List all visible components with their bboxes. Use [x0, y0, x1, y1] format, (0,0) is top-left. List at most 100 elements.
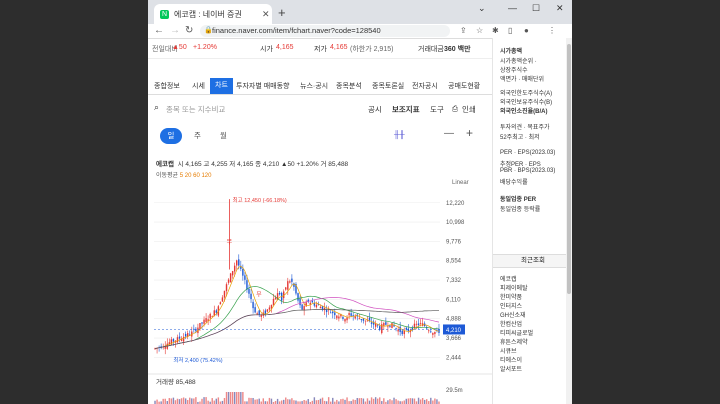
side-item: 동일업종 등락률 — [500, 207, 541, 213]
forward-icon[interactable]: → — [170, 25, 180, 36]
price-summary: 전일대비 ▲50 +1.20% 시가 4,165 저가 4,165 (하한가 2… — [148, 38, 492, 59]
volume-bar — [236, 392, 238, 404]
main-content: 전일대비 ▲50 +1.20% 시가 4,165 저가 4,165 (하한가 2… — [148, 38, 492, 404]
candle-body — [329, 312, 332, 314]
volume-bar — [332, 397, 334, 404]
search-icon[interactable]: ⌕ — [154, 102, 159, 113]
volume-bar — [374, 397, 377, 404]
candle-body — [403, 330, 405, 335]
tab-discussion[interactable]: 종목토론실 — [372, 81, 404, 91]
extensions-icon[interactable]: ✱ — [492, 26, 499, 35]
candle-body — [205, 318, 207, 322]
recent-item[interactable]: 에코캡 — [500, 274, 517, 283]
candle-body — [219, 302, 222, 305]
new-tab-button[interactable]: + — [278, 5, 286, 20]
scrollbar-thumb[interactable] — [567, 44, 571, 294]
recent-item[interactable]: 시큐브 — [500, 346, 517, 355]
candle-body — [432, 332, 434, 335]
tab-chart[interactable]: 차트 — [210, 78, 233, 94]
volume-bar — [227, 392, 230, 404]
candle-body — [256, 313, 258, 315]
moving-average-legend: 이동평균 5 20 60 120 — [156, 170, 211, 179]
tab-search-icon[interactable]: ⌄ — [478, 3, 486, 14]
period-month[interactable]: 월 — [220, 130, 227, 141]
share-icon[interactable]: ⇪ — [460, 26, 467, 35]
bookmark-star-icon[interactable]: ☆ — [476, 26, 483, 35]
print-button[interactable]: 인쇄 — [462, 104, 476, 115]
volume-bar — [293, 400, 295, 404]
recent-item[interactable]: 휴튼스제약 — [500, 337, 528, 346]
sidepanel-icon[interactable]: ▯ — [508, 26, 512, 35]
minimize-button[interactable]: — — [508, 3, 517, 13]
volume-bar — [254, 399, 256, 404]
volume-bar — [317, 399, 320, 404]
candle-body — [352, 315, 354, 316]
volume-bar — [356, 397, 358, 404]
y-tick-label: 2,444 — [446, 355, 462, 361]
candle-body — [254, 307, 256, 313]
volume-bar — [186, 400, 189, 404]
tab-investor[interactable]: 투자자별 매매동향 — [236, 81, 289, 91]
tab-analysis[interactable]: 종목분석 — [336, 81, 362, 91]
y-tick-label: 9,776 — [446, 239, 462, 245]
volume-bar — [319, 398, 322, 404]
side-item: 투자의견 · 목표주가 — [500, 125, 550, 131]
volume-bar — [397, 400, 399, 404]
recent-item[interactable]: 한컴산업 — [500, 319, 522, 328]
menu-kebab-icon[interactable]: ⋮ — [548, 26, 556, 35]
candle-type-icon[interactable]: ╫╫ — [394, 130, 405, 139]
tab-disclosure[interactable]: 전자공시 — [412, 81, 438, 91]
candle-body — [209, 313, 211, 319]
candle-body — [229, 273, 232, 283]
candle-body — [268, 307, 271, 310]
recent-item[interactable]: 알서포트 — [500, 364, 522, 373]
compare-search-input[interactable]: 종목 또는 지수비교 — [166, 104, 225, 115]
candle-body — [266, 309, 269, 312]
back-icon[interactable]: ← — [154, 25, 164, 36]
recent-item[interactable]: 인터지스 — [500, 301, 522, 310]
volume-bar — [170, 398, 173, 404]
recent-item[interactable]: 피제이메탈 — [500, 283, 528, 292]
tab-news[interactable]: 뉴스·공시 — [300, 81, 328, 91]
disclosure-button[interactable]: 공시 — [368, 104, 382, 115]
url-field[interactable]: 🔒 finance.naver.com/item/fchart.naver?co… — [200, 25, 450, 37]
tools-button[interactable]: 도구 — [430, 104, 444, 115]
zoom-out-button[interactable]: — — [444, 128, 454, 139]
tab-short-selling[interactable]: 공매도현황 — [448, 81, 480, 91]
volume-bar — [280, 400, 283, 404]
tab-close-icon[interactable]: ✕ — [262, 9, 270, 20]
event-marker: 무 — [256, 291, 262, 298]
candle-body — [383, 323, 385, 326]
period-day[interactable]: 일 — [160, 128, 182, 144]
maximize-button[interactable]: ☐ — [532, 3, 540, 14]
recent-item[interactable]: 티에스이 — [500, 355, 522, 364]
recent-item[interactable]: GH신소재 — [500, 310, 526, 319]
volume-bar — [421, 398, 424, 404]
candle-body — [366, 320, 369, 322]
print-icon[interactable]: ⎙ — [452, 104, 458, 114]
profile-avatar[interactable]: ● — [524, 26, 529, 35]
tab-price[interactable]: 시세 — [192, 81, 205, 91]
volume-bar — [430, 397, 432, 404]
candle-body — [264, 310, 267, 315]
candle-body — [430, 331, 432, 333]
candle-body — [172, 339, 175, 342]
close-button[interactable]: ✕ — [556, 3, 564, 14]
price-chart[interactable]: 12,220 10,998 9,776 8,554 7,332 6,110 4,888 3,6… — [148, 188, 492, 404]
y-tick-label: 6,110 — [446, 297, 461, 303]
volume-bar — [336, 399, 338, 404]
scale-selector[interactable]: Linear — [452, 180, 469, 186]
tab-title: 에코캡 : 네이버 증권 — [174, 9, 242, 19]
volume-bar — [168, 398, 171, 404]
volume-bar — [409, 398, 412, 404]
zoom-in-button[interactable]: + — [466, 126, 473, 140]
period-week[interactable]: 주 — [194, 130, 201, 141]
recent-item[interactable]: 한미약품 — [500, 292, 522, 301]
candle-body — [301, 304, 303, 310]
tab-summary[interactable]: 종합정보 — [154, 81, 180, 91]
volume-bar — [242, 392, 244, 404]
indicator-button[interactable]: 보조지표 — [392, 104, 420, 115]
reload-icon[interactable]: ↻ — [185, 25, 193, 36]
recent-item[interactable]: 티피씨글로벌 — [500, 328, 533, 337]
browser-tab[interactable]: N 에코캡 : 네이버 증권 ✕ — [154, 4, 272, 24]
